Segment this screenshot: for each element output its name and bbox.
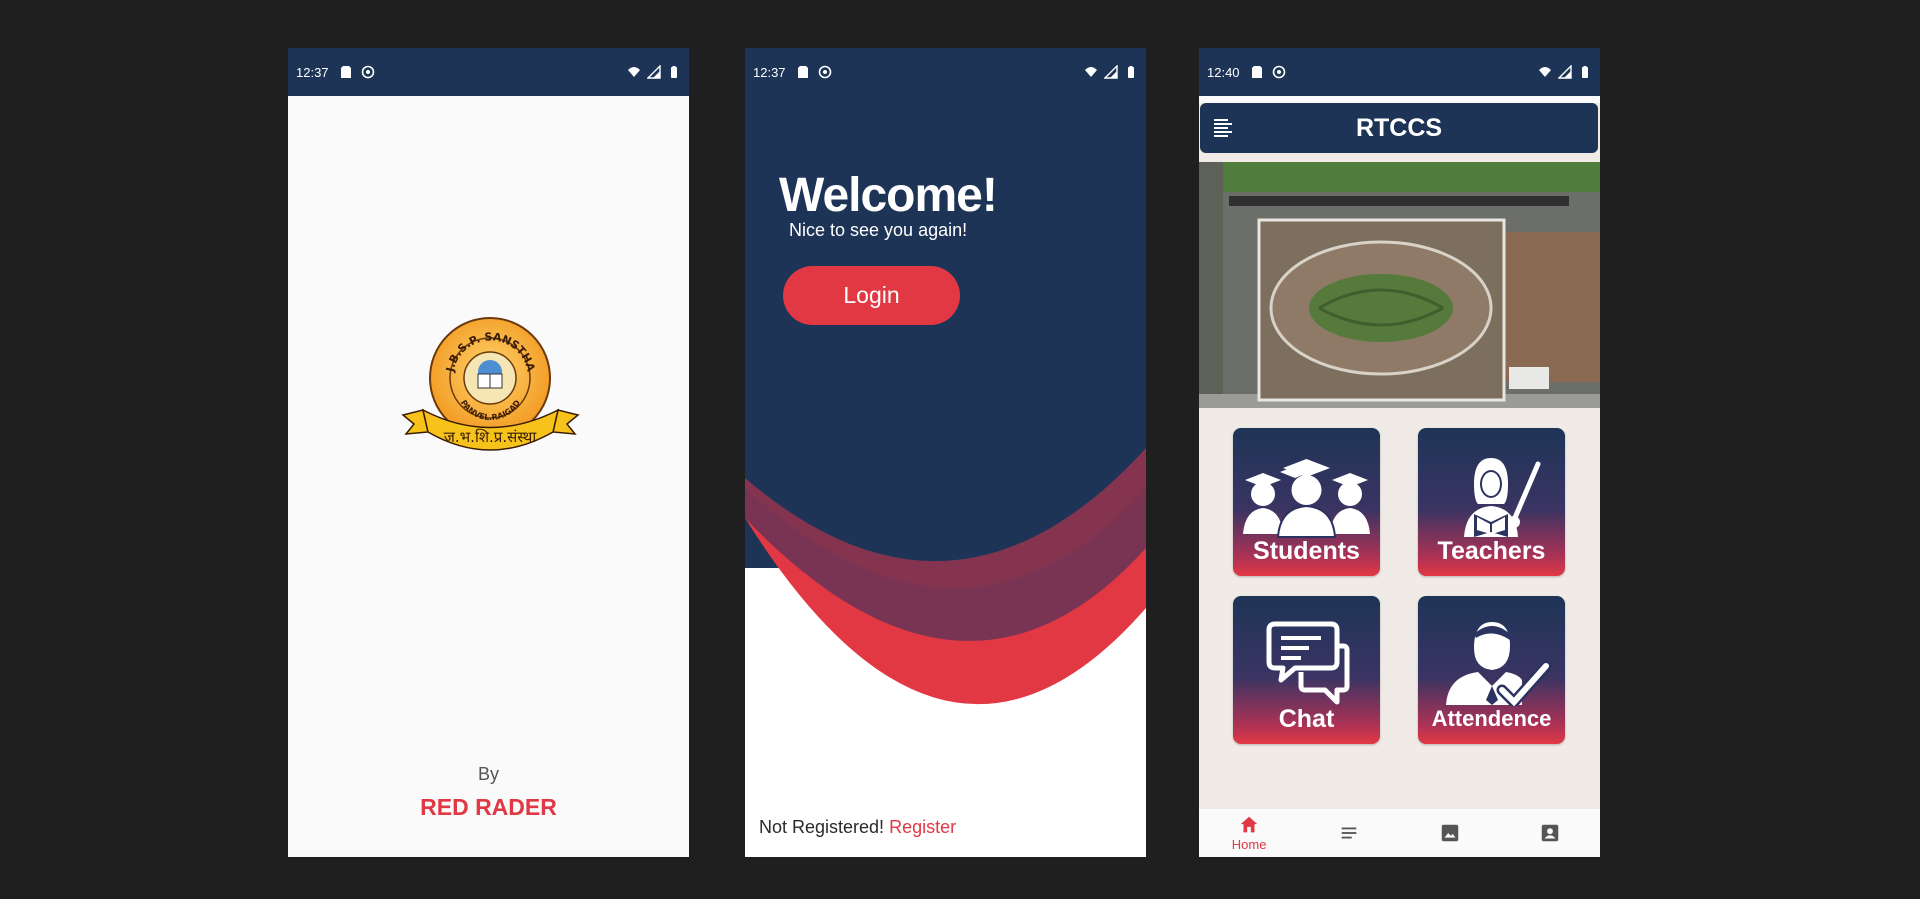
list-icon xyxy=(1342,827,1357,839)
nav-home-label: Home xyxy=(1231,837,1267,852)
attendance-tile[interactable]: Attendence xyxy=(1418,596,1565,744)
welcome-title: Welcome! xyxy=(779,169,998,222)
signal-icon xyxy=(1558,65,1572,79)
status-time: 12:37 xyxy=(296,64,329,80)
svg-text:ज.भ.शि.प्र.संस्था: ज.भ.शि.प्र.संस्था xyxy=(444,428,538,446)
sanstha-logo: J.B.S.P. SANSTHA PANVEL.RAIGAD ज.भ.शि.प्… xyxy=(401,317,580,451)
home-screen: 12:40 RTCCS Students Teachers Chat Atten… xyxy=(1199,48,1600,857)
status-bar: 12:37 xyxy=(745,48,1146,96)
not-registered-label: Not Registered! xyxy=(759,817,885,837)
nav-home[interactable]: Home xyxy=(1209,814,1289,852)
splash-body xyxy=(288,96,689,857)
battery-icon xyxy=(1582,66,1588,78)
nav-profile[interactable] xyxy=(1510,822,1590,844)
welcome-screen: 12:37 Welcome! Nice to see you again! Lo… xyxy=(745,48,1146,857)
by-label: By xyxy=(477,764,499,784)
splash-screen: 12:37 J.B.S.P. SANSTHA PANVEL.RAIGAD ज.भ… xyxy=(288,48,689,857)
chat-label: Chat xyxy=(1278,705,1335,733)
sd-card-icon xyxy=(797,66,808,78)
teachers-label: Teachers xyxy=(1437,537,1546,565)
sync-icon xyxy=(818,65,831,79)
status-bar: 12:37 xyxy=(288,48,689,96)
brand-name: RED RADER xyxy=(420,794,557,820)
signal-icon xyxy=(647,65,661,79)
contact-icon xyxy=(1541,824,1559,842)
attendance-label: Attendence xyxy=(1431,706,1552,731)
wifi-icon xyxy=(1085,67,1097,77)
battery-icon xyxy=(671,66,677,78)
status-time: 12:40 xyxy=(1207,64,1240,80)
home-icon xyxy=(1240,816,1258,833)
nav-list[interactable] xyxy=(1309,822,1389,844)
image-icon xyxy=(1441,824,1458,842)
register-row: Not Registered! Register xyxy=(759,817,956,838)
app-bar: RTCCS xyxy=(1200,103,1598,153)
teachers-tile[interactable]: Teachers xyxy=(1418,428,1565,576)
sd-card-icon xyxy=(1251,66,1262,78)
students-tile[interactable]: Students xyxy=(1233,428,1380,576)
chat-icon xyxy=(1266,621,1350,705)
status-bar: 12:40 xyxy=(1199,48,1600,96)
students-icon xyxy=(1243,459,1370,538)
sd-card-icon xyxy=(340,66,351,78)
chat-tile[interactable]: Chat xyxy=(1233,596,1380,744)
nav-gallery[interactable] xyxy=(1410,822,1490,844)
signal-icon xyxy=(1104,65,1118,79)
login-button[interactable]: Login xyxy=(783,266,960,325)
status-time: 12:37 xyxy=(753,64,786,80)
battery-icon xyxy=(1128,66,1134,78)
sync-icon xyxy=(1272,65,1285,79)
wifi-icon xyxy=(1539,67,1551,77)
app-title: RTCCS xyxy=(1355,114,1443,142)
welcome-subtitle: Nice to see you again! xyxy=(789,220,968,240)
attendance-icon xyxy=(1446,622,1552,706)
sync-icon xyxy=(361,65,374,79)
campus-aerial-image xyxy=(1199,162,1600,408)
students-label: Students xyxy=(1253,537,1360,565)
wifi-icon xyxy=(628,67,640,77)
register-link[interactable]: Register xyxy=(889,817,956,837)
teacher-icon xyxy=(1464,458,1541,537)
bottom-navigation: Home xyxy=(1199,809,1600,857)
